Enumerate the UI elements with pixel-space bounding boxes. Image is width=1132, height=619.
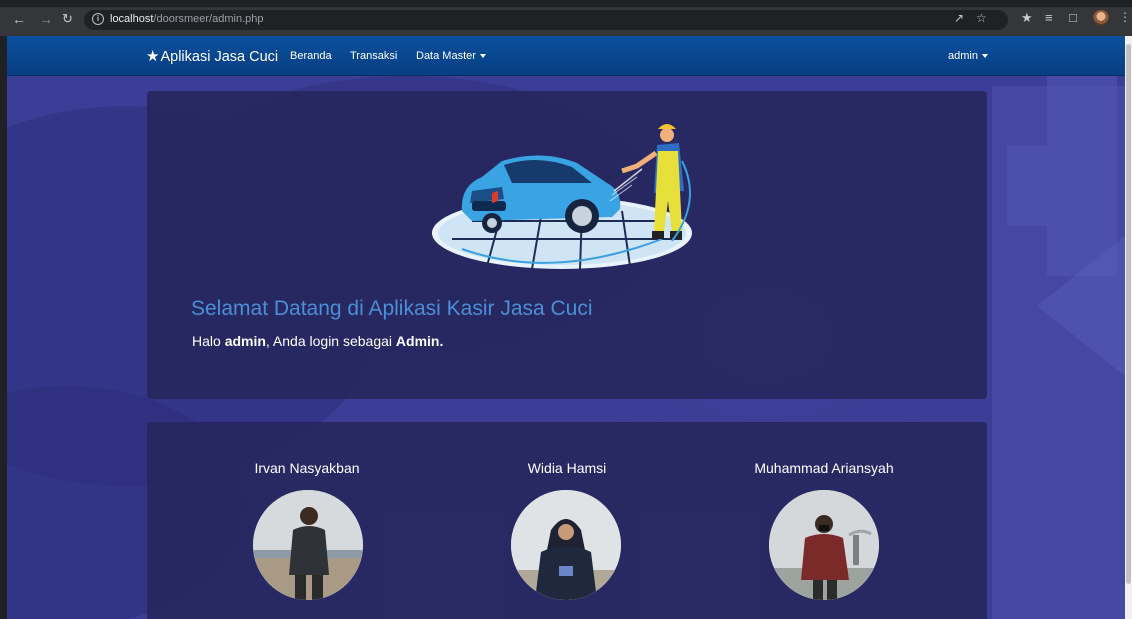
member-name: Widia Hamsi <box>527 460 607 476</box>
team-member: Irvan Nasyakban <box>207 460 407 476</box>
nav-data-master[interactable]: Data Master <box>416 50 486 62</box>
bookmark-star-icon[interactable]: ☆ <box>976 12 987 24</box>
share-icon[interactable]: ↗ <box>954 12 964 24</box>
extensions-icon[interactable]: ★ <box>1021 11 1033 24</box>
brand-link[interactable]: ★Aplikasi Jasa Cuci <box>146 47 278 65</box>
member-photo <box>253 490 363 600</box>
member-name: Irvan Nasyakban <box>254 460 360 476</box>
caret-down-icon <box>479 54 486 59</box>
menu-icon[interactable]: ⋮ <box>1119 11 1131 24</box>
team-panel: Irvan Nasyakban Widia Hamsi Muhammad Ari… <box>147 422 987 619</box>
member-photo <box>769 490 879 600</box>
welcome-panel: Selamat Datang di Aplikasi Kasir Jasa Cu… <box>147 91 987 399</box>
back-icon[interactable]: ← <box>12 12 26 26</box>
url-text: localhost/doorsmeer/admin.php <box>110 13 264 25</box>
car-wash-illustration <box>432 124 692 270</box>
login-greeting: Halo admin, Anda login sebagai Admin. <box>192 333 444 349</box>
info-icon[interactable]: i <box>92 13 104 25</box>
caret-down-icon <box>981 54 988 59</box>
nav-transaksi[interactable]: Transaksi <box>350 50 397 62</box>
side-panel-icon[interactable]: □ <box>1069 11 1077 24</box>
reload-icon[interactable]: ↻ <box>62 12 73 26</box>
address-bar[interactable]: i localhost/doorsmeer/admin.php <box>84 10 1008 30</box>
user-menu[interactable]: admin <box>948 50 988 62</box>
forward-icon[interactable]: → <box>39 12 53 26</box>
navbar: ★Aplikasi Jasa Cuci Beranda Transaksi Da… <box>7 36 1125 76</box>
scrollbar-thumb[interactable] <box>1126 44 1131 584</box>
tab-strip <box>0 0 1132 7</box>
welcome-title: Selamat Datang di Aplikasi Kasir Jasa Cu… <box>191 297 593 320</box>
team-member: Widia Hamsi <box>467 460 667 476</box>
page-scrollbar[interactable] <box>1125 36 1132 619</box>
star-icon: ★ <box>146 48 160 65</box>
browser-toolbar: ← → ↻ i localhost/doorsmeer/admin.php ↗ … <box>0 0 1132 36</box>
nav-beranda[interactable]: Beranda <box>290 50 332 62</box>
profile-avatar[interactable] <box>1093 10 1109 26</box>
page-viewport: ★Aplikasi Jasa Cuci Beranda Transaksi Da… <box>7 36 1125 619</box>
member-photo <box>511 490 621 600</box>
reading-list-icon[interactable]: ≡ <box>1045 11 1053 24</box>
team-member: Muhammad Ariansyah <box>724 460 924 476</box>
member-name: Muhammad Ariansyah <box>754 460 894 476</box>
